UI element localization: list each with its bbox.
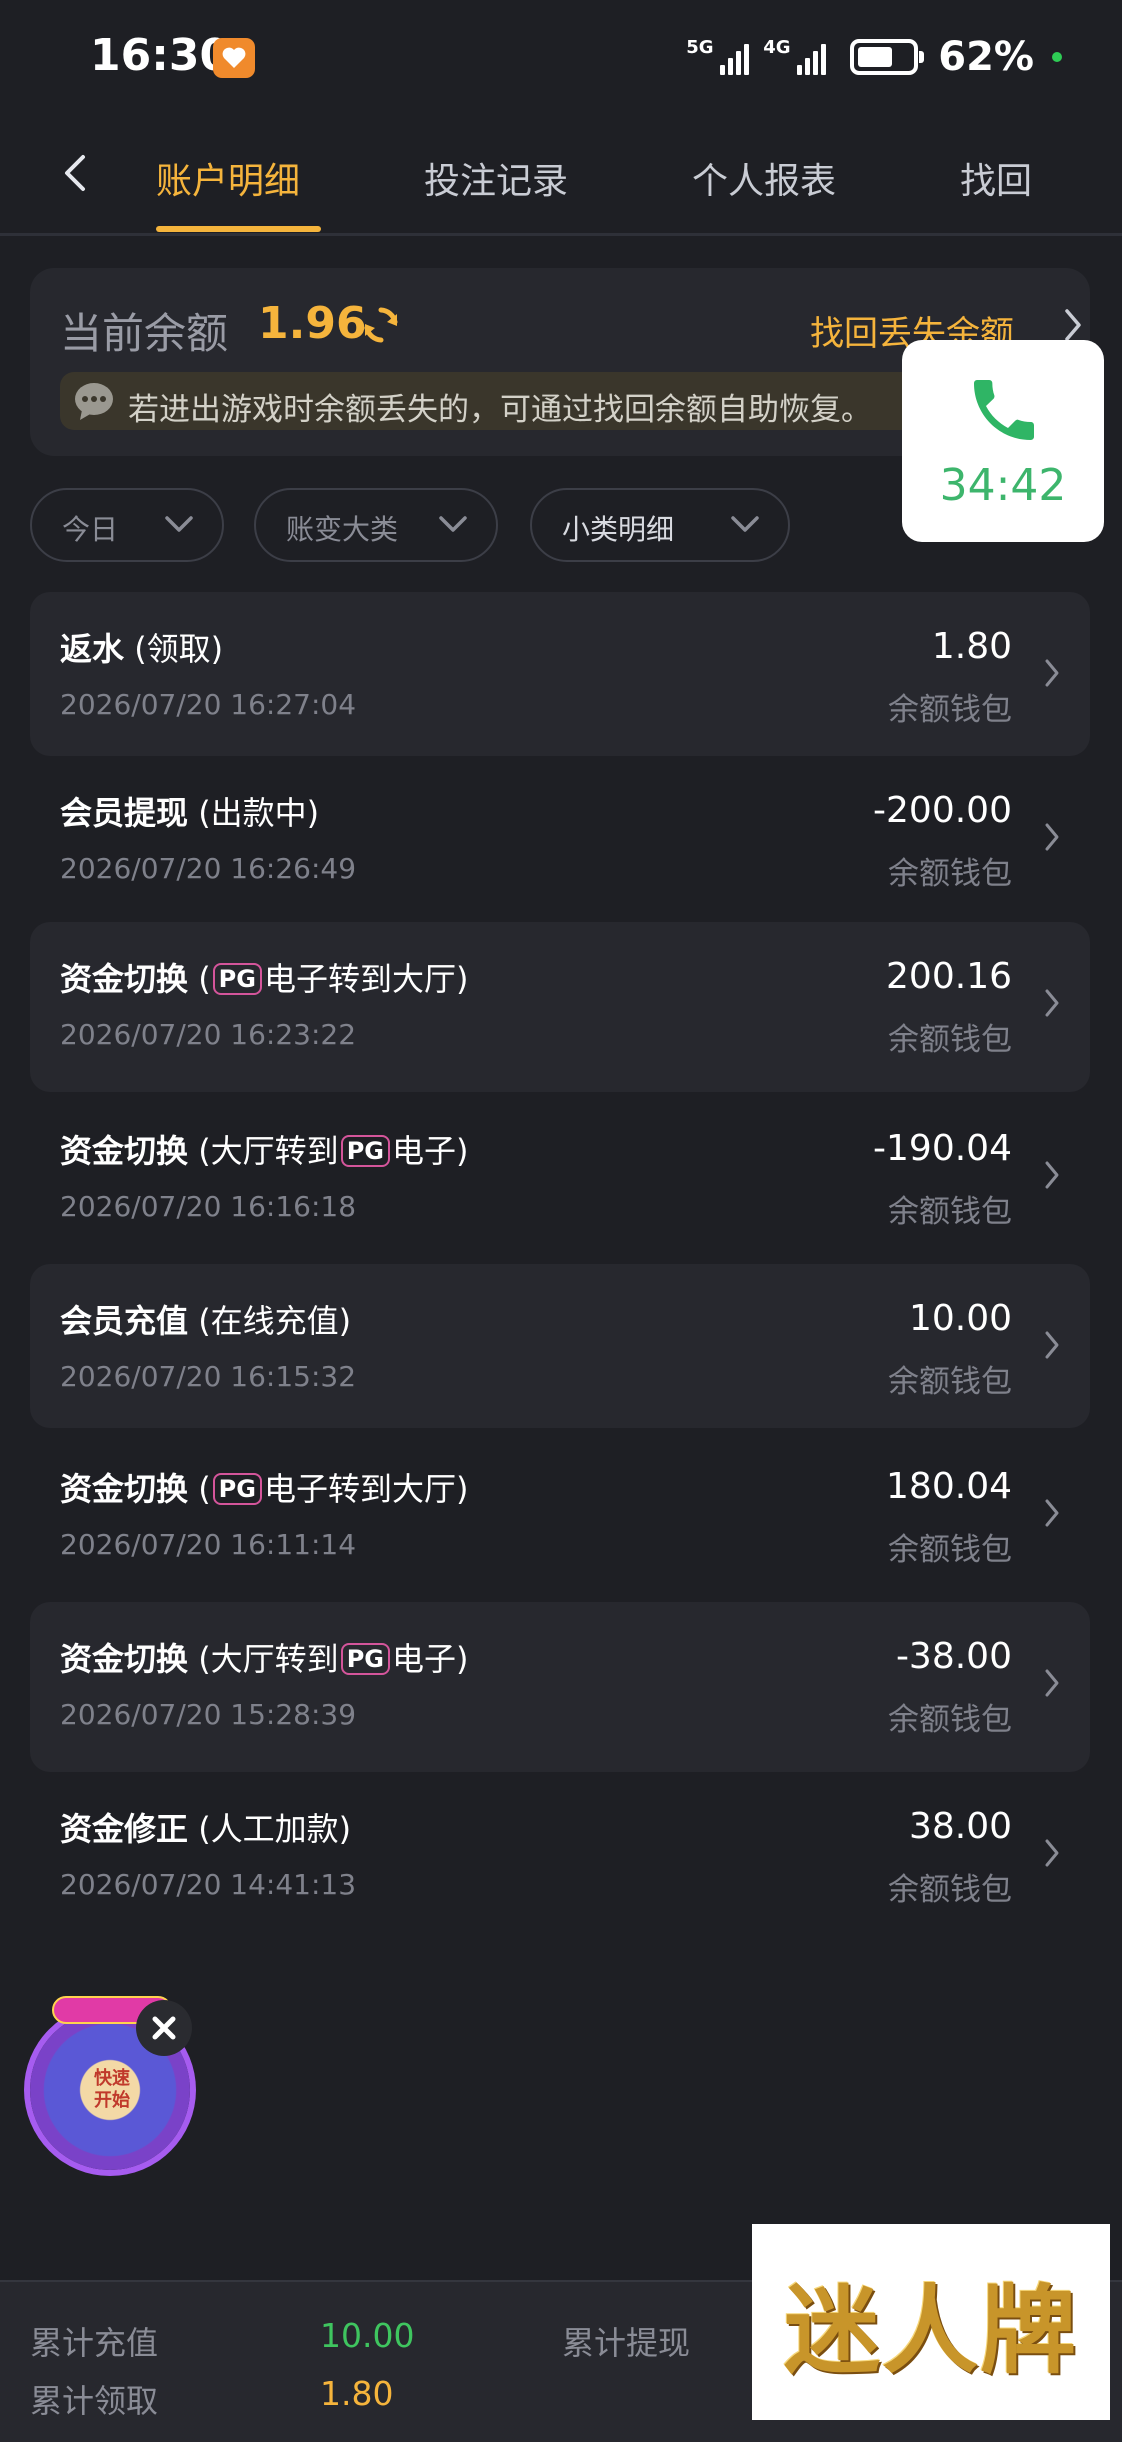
transaction-time: 2026/07/20 14:41:13 — [60, 1868, 357, 1901]
filter-date[interactable]: 今日 — [30, 488, 224, 562]
chevron-right-icon — [1044, 658, 1060, 692]
call-duration: 34:42 — [939, 460, 1067, 511]
total-claim-label: 累计领取 — [30, 2382, 159, 2420]
transaction-amount: 10.00 — [908, 1298, 1012, 1339]
transaction-type: 资金切换 — [60, 1132, 189, 1170]
privacy-dot-icon — [1052, 52, 1062, 62]
chevron-right-icon — [1044, 1498, 1060, 1532]
transaction-type: 资金切换 — [60, 1470, 189, 1508]
pg-logo: PG — [212, 963, 262, 995]
balance-label: 当前余额 — [60, 309, 229, 358]
filter-subcategory[interactable]: 小类明细 — [530, 488, 790, 562]
transaction-type: 会员提现 — [60, 794, 189, 832]
transaction-row[interactable]: 资金修正 (人工加款) 2026/07/20 14:41:13 38.00 余额… — [30, 1772, 1090, 1936]
status-time: 16:30 — [90, 30, 231, 81]
watermark-text: 迷人牌 — [784, 2273, 1078, 2387]
battery-percent: 62% — [938, 34, 1034, 80]
total-withdraw-label: 累计提现 — [562, 2324, 691, 2362]
notice-text: 若进出游戏时余额丢失的，可通过找回余额自助恢复。 — [128, 392, 872, 428]
transaction-amount: -38.00 — [895, 1636, 1012, 1677]
chevron-right-icon — [1044, 1668, 1060, 1702]
total-claim-value: 1.80 — [320, 2374, 394, 2413]
transaction-wallet: 余额钱包 — [888, 1872, 1012, 1908]
active-tab-indicator — [156, 226, 321, 232]
transaction-amount: 38.00 — [908, 1806, 1012, 1847]
transaction-row[interactable]: 资金切换 (PG 电子转到大厅) 2026/07/20 16:23:22 200.… — [30, 922, 1090, 1092]
status-bar: 16:30 5G 4G 62% — [0, 0, 1122, 118]
transaction-amount: 1.80 — [931, 626, 1012, 667]
chevron-right-icon — [1044, 1330, 1060, 1364]
transaction-amount: 200.16 — [886, 956, 1012, 997]
tab-personal-report[interactable]: 个人报表 — [692, 152, 836, 204]
transaction-wallet: 余额钱包 — [888, 1702, 1012, 1738]
tab-bar: 账户明细 投注记录 个人报表 找回 — [0, 118, 1122, 236]
transaction-wallet: 余额钱包 — [888, 692, 1012, 728]
watermark-logo: 迷人牌 — [752, 2224, 1110, 2420]
quick-start-label: 快速开始 — [94, 2068, 130, 2111]
transaction-row[interactable]: 返水 (领取) 2026/07/20 16:27:04 1.80 余额钱包 — [30, 592, 1090, 756]
pg-logo: PG — [340, 1643, 390, 1675]
message-icon — [74, 382, 114, 420]
chevron-right-icon — [1044, 1838, 1060, 1872]
transaction-type: 资金切换 — [60, 1640, 189, 1678]
transaction-time: 2026/07/20 16:23:22 — [60, 1018, 357, 1051]
transaction-wallet: 余额钱包 — [888, 1194, 1012, 1230]
signal-5g-icon: 5G — [686, 37, 750, 75]
transaction-row[interactable]: 会员充值 (在线充值) 2026/07/20 16:15:32 10.00 余额… — [30, 1264, 1090, 1428]
transaction-amount: 180.04 — [886, 1466, 1012, 1507]
transaction-type: 资金修正 — [60, 1810, 189, 1848]
tab-account-details[interactable]: 账户明细 — [156, 152, 300, 204]
chevron-right-icon — [1044, 822, 1060, 856]
total-deposit-label: 累计充值 — [30, 2324, 159, 2362]
chevron-down-icon — [438, 515, 468, 539]
battery-icon — [850, 39, 925, 75]
app-notification-icon — [213, 38, 255, 78]
chevron-right-icon — [1044, 988, 1060, 1022]
transaction-wallet: 余额钱包 — [888, 1022, 1012, 1058]
transaction-row[interactable]: 资金切换 (PG 电子转到大厅) 2026/07/20 16:11:14 180.… — [30, 1432, 1090, 1602]
status-indicators: 5G 4G 62% — [686, 34, 1062, 80]
transaction-type: 会员充值 — [60, 1302, 189, 1340]
transaction-time: 2026/07/20 16:16:18 — [60, 1190, 357, 1223]
call-overlay[interactable]: 34:42 — [902, 340, 1104, 542]
transaction-amount: -200.00 — [873, 790, 1012, 831]
transaction-time: 2026/07/20 15:28:39 — [60, 1698, 357, 1731]
filter-category[interactable]: 账变大类 — [254, 488, 498, 562]
chevron-right-icon — [1044, 1160, 1060, 1194]
pg-logo: PG — [340, 1135, 390, 1167]
transaction-time: 2026/07/20 16:15:32 — [60, 1360, 357, 1393]
close-icon[interactable] — [136, 2000, 192, 2056]
tab-recover[interactable]: 找回 — [960, 152, 1032, 204]
balance-value: 1.96 — [258, 298, 367, 349]
transaction-row[interactable]: 资金切换 (大厅转到 PG 电子) 2026/07/20 15:28:39 -38.… — [30, 1602, 1090, 1772]
pg-logo: PG — [212, 1473, 262, 1505]
back-icon[interactable] — [55, 148, 95, 198]
chevron-down-icon — [730, 515, 760, 539]
transaction-wallet: 余额钱包 — [888, 1532, 1012, 1568]
transaction-type: 返水 — [60, 630, 125, 668]
phone-icon — [964, 370, 1044, 450]
refresh-icon[interactable] — [360, 304, 402, 346]
transaction-time: 2026/07/20 16:26:49 — [60, 852, 357, 885]
total-deposit-value: 10.00 — [320, 2316, 415, 2355]
transaction-wallet: 余额钱包 — [888, 1364, 1012, 1400]
transaction-amount: -190.04 — [873, 1128, 1012, 1169]
transaction-time: 2026/07/20 16:11:14 — [60, 1528, 357, 1561]
tab-bet-records[interactable]: 投注记录 — [424, 152, 568, 204]
signal-4g-icon: 4G — [763, 37, 827, 75]
chevron-down-icon — [164, 515, 194, 539]
transaction-row[interactable]: 会员提现 (出款中) 2026/07/20 16:26:49 -200.00 余… — [30, 756, 1090, 920]
transaction-wallet: 余额钱包 — [888, 856, 1012, 892]
transaction-time: 2026/07/20 16:27:04 — [60, 688, 357, 721]
transaction-type: 资金切换 — [60, 960, 189, 998]
transaction-row[interactable]: 资金切换 (大厅转到 PG 电子) 2026/07/20 16:16:18 -190… — [30, 1094, 1090, 1264]
